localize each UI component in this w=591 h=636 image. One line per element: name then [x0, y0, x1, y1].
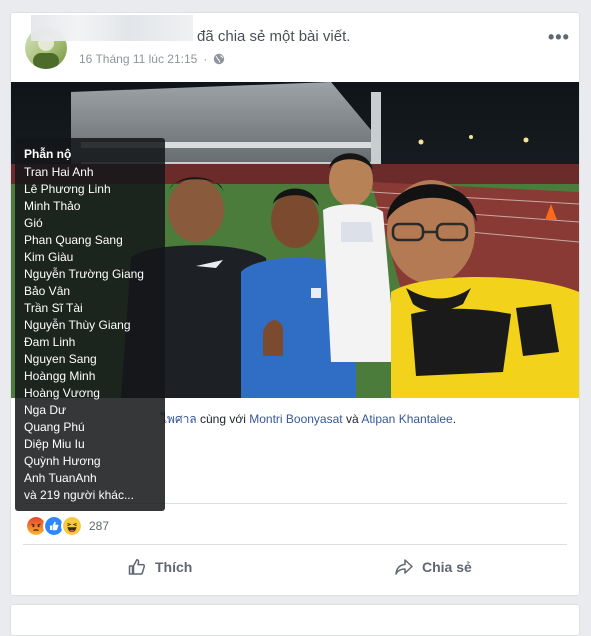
- reactor-name: Nguyễn Thùy Giang: [24, 318, 131, 332]
- reactor-name: Tran Hai Anh: [24, 165, 94, 179]
- next-post-card: [10, 604, 580, 636]
- reactor-name: Đam Linh: [24, 335, 76, 349]
- tagged-person-link[interactable]: Montri Boonyasat: [249, 412, 342, 426]
- reactor-name: Gió: [24, 216, 43, 230]
- reactor-name: Hoàngg Minh: [24, 369, 96, 383]
- reactor-name: Minh Thảo: [24, 199, 81, 213]
- reactor-name: Quang Phú: [24, 420, 85, 434]
- reactor-name: Bảo Vân: [24, 284, 71, 298]
- reactor-name: Nguyễn Trường Giang: [24, 267, 144, 281]
- reactor-name: Phan Quang Sang: [24, 233, 123, 247]
- reactor-name: Anh TuanAnh: [24, 471, 97, 485]
- haha-reaction-icon[interactable]: [61, 515, 83, 537]
- reactor-name: Lê Phương Linh: [24, 182, 111, 196]
- globe-icon[interactable]: [213, 53, 225, 65]
- thumbs-up-icon: [128, 559, 146, 575]
- divider: [23, 544, 567, 545]
- reactor-list: Tran Hai Anh Lê Phương Linh Minh Thảo Gió Ph…: [24, 164, 144, 504]
- tag-end-text: .: [452, 412, 457, 426]
- share-arrow-icon: [395, 559, 413, 575]
- tag-and-text: và: [345, 412, 359, 426]
- post-timestamp[interactable]: 16 Tháng 11 lúc 21:15: [79, 52, 197, 66]
- reactions-summary[interactable]: 287: [25, 515, 109, 537]
- reactor-name: Trần Sĩ Tài: [24, 301, 83, 315]
- tooltip-title: Phẫn nộ: [24, 147, 72, 161]
- reaction-tooltip: Phẫn nộ Tran Hai Anh Lê Phương Linh Minh T…: [15, 138, 165, 511]
- tagged-person-link[interactable]: Atipan Khantalee: [361, 412, 452, 426]
- tag-prefix-link[interactable]: ไพศาล: [161, 412, 197, 426]
- like-button[interactable]: Thích: [127, 557, 192, 577]
- share-button[interactable]: Chia sẻ: [394, 557, 472, 577]
- tag-with-text: cùng với: [200, 412, 246, 426]
- reactor-name: Nga Dư: [24, 403, 67, 417]
- reactor-name: Quỳnh Hương: [24, 454, 101, 468]
- shared-post-text: đã chia sẻ một bài viết.: [197, 28, 351, 45]
- reactor-name: Kim Giàu: [24, 250, 74, 264]
- like-button-label: Thích: [155, 559, 193, 575]
- reactor-name: Nguyen Sang: [24, 352, 97, 366]
- author-name-blurred[interactable]: [31, 15, 193, 41]
- more-options-icon[interactable]: •••: [548, 27, 570, 48]
- post-meta: 16 Tháng 11 lúc 21:15 ·: [79, 52, 225, 66]
- reaction-count[interactable]: 287: [89, 519, 109, 533]
- share-button-label: Chia sẻ: [422, 559, 472, 575]
- reactor-name: Hoàng Vương: [24, 386, 100, 400]
- reactor-name: và 219 người khác...: [24, 488, 134, 502]
- reactor-name: Diệp Miu Iu: [24, 437, 85, 451]
- tagged-people-line: ไพศาล cùng với Montri Boonyasat và Atipa…: [161, 410, 456, 429]
